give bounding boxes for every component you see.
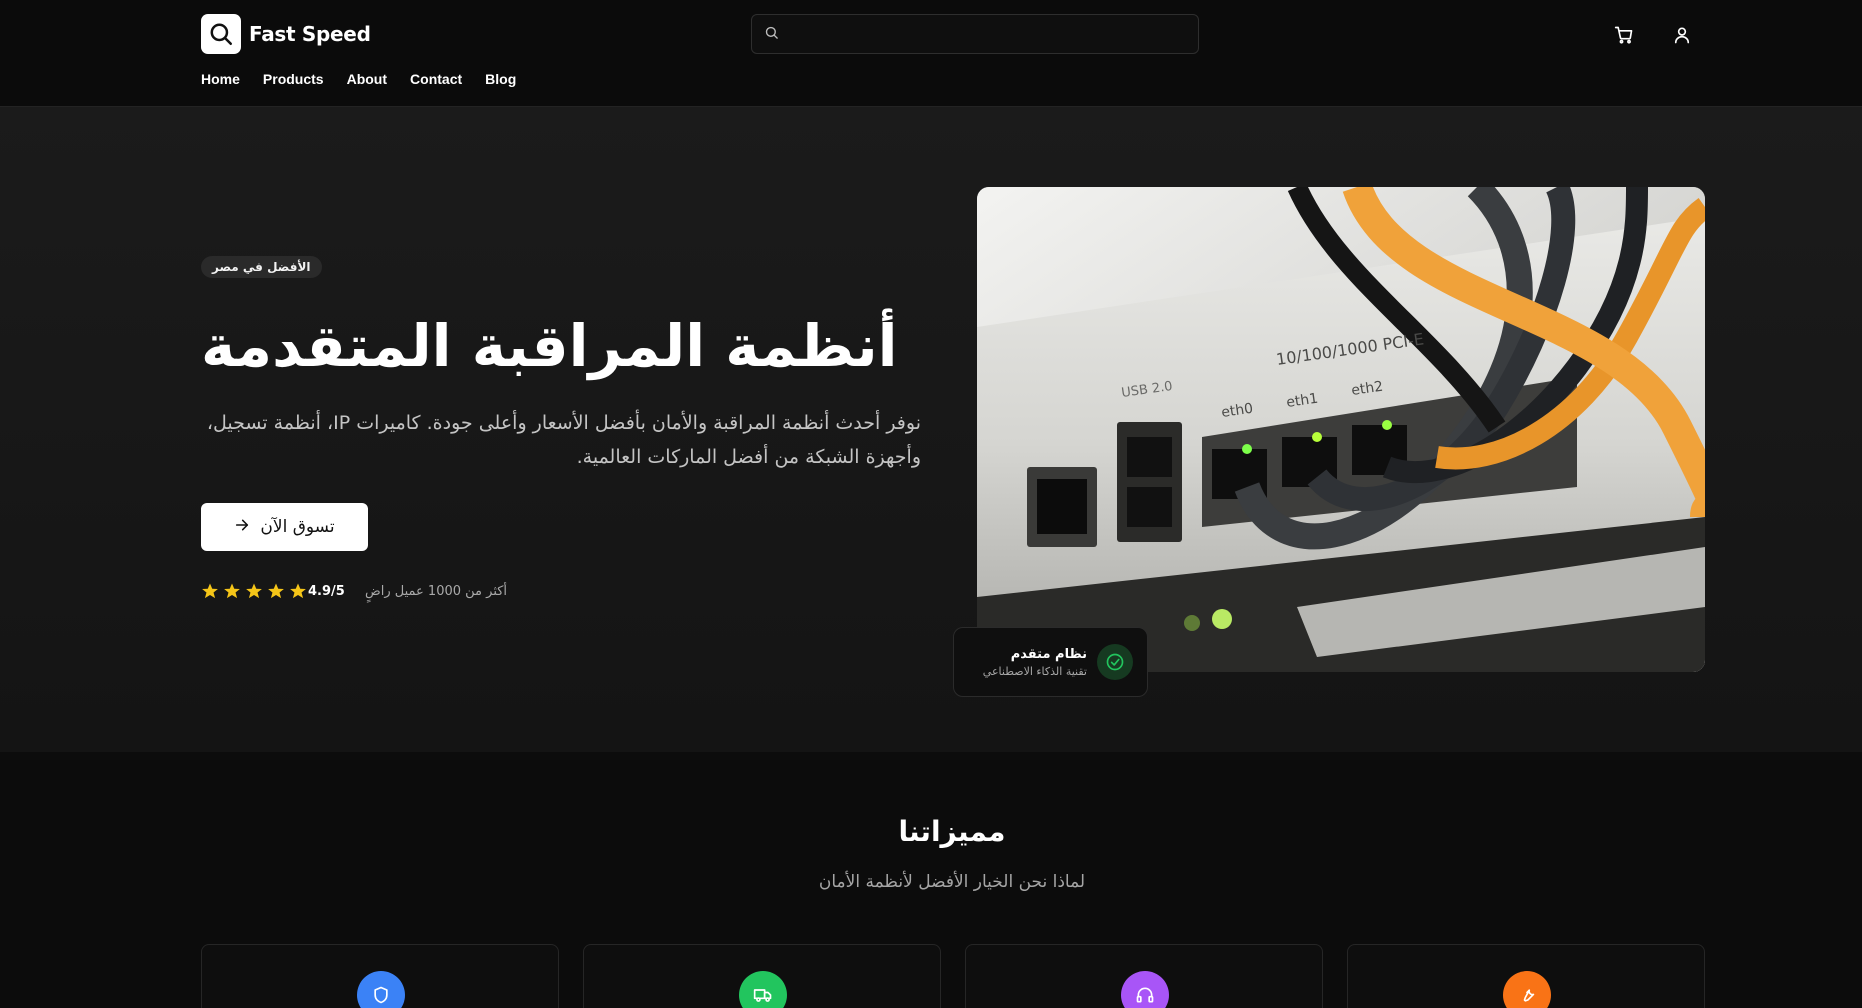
- rating-stars: [201, 582, 307, 600]
- user-icon[interactable]: [1669, 22, 1695, 48]
- star-icon: [246, 583, 262, 599]
- nav-products[interactable]: Products: [263, 71, 324, 87]
- hero-network-switch-image: 10/100/1000 PCI-E eth0 eth1 eth2 USB 2.0: [977, 187, 1705, 672]
- shop-now-button[interactable]: تسوق الآن: [201, 503, 368, 551]
- shop-now-label: تسوق الآن: [260, 517, 335, 537]
- nav-blog[interactable]: Blog: [485, 71, 516, 87]
- truck-icon: [739, 971, 787, 1008]
- headphones-icon: [1121, 971, 1169, 1008]
- feature-card: [201, 944, 559, 1008]
- features-subtitle: لماذا نحن الخيار الأفضل لأنظمة الأمان: [818, 872, 1086, 892]
- advanced-system-card: نظام متقدم تقنية الذكاء الاصطناعي: [953, 627, 1148, 697]
- star-icon: [224, 583, 240, 599]
- arrow-right-icon: [234, 517, 250, 538]
- nav-about[interactable]: About: [347, 71, 387, 87]
- brand-logo[interactable]: Fast Speed: [201, 14, 371, 54]
- nav-home[interactable]: Home: [201, 71, 240, 87]
- shield-icon: [357, 971, 405, 1008]
- search-bar[interactable]: [751, 14, 1199, 54]
- rating-value: 4.9/5: [308, 584, 345, 599]
- cart-icon[interactable]: [1611, 22, 1637, 48]
- feature-card: [583, 944, 941, 1008]
- wrench-icon: [1503, 971, 1551, 1008]
- feature-card: [1347, 944, 1705, 1008]
- star-icon: [290, 583, 306, 599]
- star-icon: [268, 583, 284, 599]
- feature-card: [965, 944, 1323, 1008]
- main-nav: Home Products About Contact Blog: [201, 71, 516, 87]
- hero-title: أنظمة المراقبة المتقدمة: [201, 312, 898, 380]
- customers-count: أكثر من 1000 عميل راضٍ: [365, 584, 508, 599]
- check-circle-icon: [1097, 644, 1133, 680]
- hero-badge: الأفضل في مصر: [201, 256, 322, 278]
- hero-description: نوفر أحدث أنظمة المراقبة والأمان بأفضل ا…: [206, 412, 921, 468]
- features-title: مميزاتنا: [898, 815, 1006, 848]
- search-input[interactable]: [789, 26, 1186, 42]
- star-icon: [202, 583, 218, 599]
- search-icon: [764, 25, 779, 44]
- float-card-subtitle: تقنية الذكاء الاصطناعي: [982, 664, 1087, 678]
- nav-contact[interactable]: Contact: [410, 71, 462, 87]
- brand-name: Fast Speed: [249, 22, 371, 46]
- float-card-title: نظام متقدم: [1010, 646, 1087, 662]
- logo-search-icon: [201, 14, 241, 54]
